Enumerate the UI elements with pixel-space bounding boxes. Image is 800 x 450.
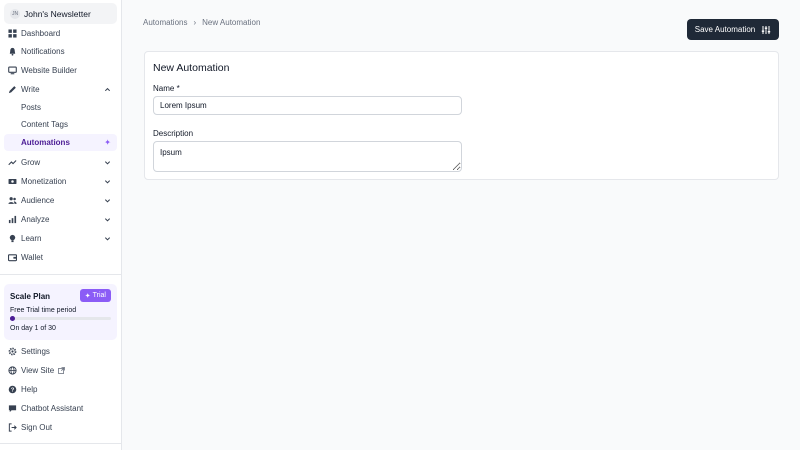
sidebar-item-view-site[interactable]: View Site <box>4 362 117 379</box>
trial-progress-bar <box>10 317 111 320</box>
sidebar-item-label: Notifications <box>21 47 65 56</box>
chevron-down-icon <box>104 235 112 243</box>
bar-chart-icon <box>8 215 17 224</box>
chevron-up-icon <box>104 86 112 94</box>
name-input[interactable] <box>153 96 462 115</box>
pen-icon <box>8 85 17 94</box>
form-title: New Automation <box>153 62 230 74</box>
sparkle-icon: ✦ <box>104 138 111 147</box>
description-textarea[interactable]: Ipsum <box>153 141 462 172</box>
chevron-down-icon <box>104 216 112 224</box>
sidebar-item-help[interactable]: ? Help <box>4 381 117 398</box>
sidebar-item-label: Dashboard <box>21 29 61 38</box>
sidebar-item-label: Analyze <box>21 215 50 224</box>
sidebar-item-label: Automations <box>21 138 70 147</box>
newsletter-avatar: JN <box>10 8 20 19</box>
sidebar-item-label: Website Builder <box>21 66 77 75</box>
bell-icon <box>8 47 17 56</box>
sidebar-item-label: Sign Out <box>21 423 53 432</box>
globe-icon <box>8 366 17 375</box>
sidebar-item-label: Chatbot Assistant <box>21 404 84 413</box>
sidebar-item-audience[interactable]: Audience <box>4 192 117 209</box>
main-content: Automations › New Automation Save Automa… <box>122 0 800 450</box>
sidebar-item-label: Settings <box>21 347 50 356</box>
sidebar-item-label: Monetization <box>21 177 67 186</box>
sidebar-item-settings[interactable]: Settings <box>4 343 117 360</box>
help-icon: ? <box>8 385 17 394</box>
sidebar-item-dashboard[interactable]: Dashboard <box>4 25 117 42</box>
sidebar-item-grow[interactable]: Grow <box>4 154 117 171</box>
sidebar-item-automations[interactable]: Automations ✦ <box>4 134 117 151</box>
sidebar-item-label: Posts <box>21 103 42 112</box>
sparkle-icon: ✦ <box>84 292 91 300</box>
sidebar-divider <box>0 443 121 444</box>
money-icon <box>8 177 17 186</box>
chevron-down-icon <box>104 197 112 205</box>
sidebar-item-notifications[interactable]: Notifications <box>4 43 117 60</box>
sidebar: JN John's Newsletter Dashboard Notificat… <box>0 0 122 450</box>
sidebar-item-label: View Site <box>21 366 55 375</box>
trial-badge[interactable]: ✦ Trial <box>79 289 111 302</box>
plan-day-text: On day 1 of 30 <box>10 325 56 332</box>
breadcrumb-automations-link[interactable]: Automations <box>143 18 187 27</box>
sidebar-divider <box>0 274 121 275</box>
chevron-down-icon <box>104 178 112 186</box>
users-icon <box>8 196 17 205</box>
plan-card: Scale Plan ✦ Trial Free Trial time period… <box>4 284 117 340</box>
sidebar-item-wallet[interactable]: Wallet <box>4 249 117 266</box>
save-automation-button[interactable]: Save Automation <box>687 19 779 40</box>
sidebar-item-learn[interactable]: Learn <box>4 230 117 247</box>
sidebar-item-label: Content Tags <box>21 120 68 129</box>
trend-icon <box>8 158 17 167</box>
chat-icon <box>8 404 17 413</box>
sliders-icon <box>761 25 771 35</box>
name-label: Name * <box>153 84 180 93</box>
sidebar-item-label: Help <box>21 385 38 394</box>
newsletter-name: John's Newsletter <box>24 8 91 19</box>
breadcrumb-current: New Automation <box>202 18 261 27</box>
trial-badge-label: Trial <box>92 292 106 299</box>
sidebar-item-analyze[interactable]: Analyze <box>4 211 117 228</box>
description-label: Description <box>153 129 194 138</box>
grid-icon <box>8 29 17 38</box>
sidebar-item-label: Wallet <box>21 253 43 262</box>
gear-icon <box>8 347 17 356</box>
wallet-icon <box>8 253 17 262</box>
trial-progress-marker <box>10 316 15 321</box>
sidebar-item-write[interactable]: Write <box>4 81 117 98</box>
sidebar-item-website-builder[interactable]: Website Builder <box>4 62 117 79</box>
bulb-icon <box>8 234 17 243</box>
chevron-right-icon: › <box>193 18 197 27</box>
sidebar-item-label: Learn <box>21 234 42 243</box>
svg-text:?: ? <box>11 388 15 394</box>
plan-subtitle: Free Trial time period <box>10 307 77 314</box>
sidebar-item-sign-out[interactable]: Sign Out <box>4 419 117 436</box>
sidebar-item-label: Write <box>21 85 40 94</box>
plan-title: Scale Plan <box>10 292 51 301</box>
automation-form-card: New Automation Name * Description Ipsum <box>144 51 779 180</box>
chevron-down-icon <box>104 159 112 167</box>
breadcrumb: Automations › New Automation <box>143 18 260 27</box>
sidebar-item-label: Audience <box>21 196 55 205</box>
sidebar-item-chatbot-assistant[interactable]: Chatbot Assistant <box>4 400 117 417</box>
save-button-label: Save Automation <box>694 25 756 34</box>
external-link-icon <box>58 366 66 375</box>
sidebar-item-label: Grow <box>21 158 41 167</box>
sign-out-icon <box>8 423 17 432</box>
monitor-icon <box>8 66 17 75</box>
sidebar-item-monetization[interactable]: Monetization <box>4 173 117 190</box>
sidebar-item-posts[interactable]: Posts <box>4 99 117 116</box>
newsletter-switcher[interactable]: JN John's Newsletter <box>4 3 117 24</box>
sidebar-item-content-tags[interactable]: Content Tags <box>4 116 117 133</box>
